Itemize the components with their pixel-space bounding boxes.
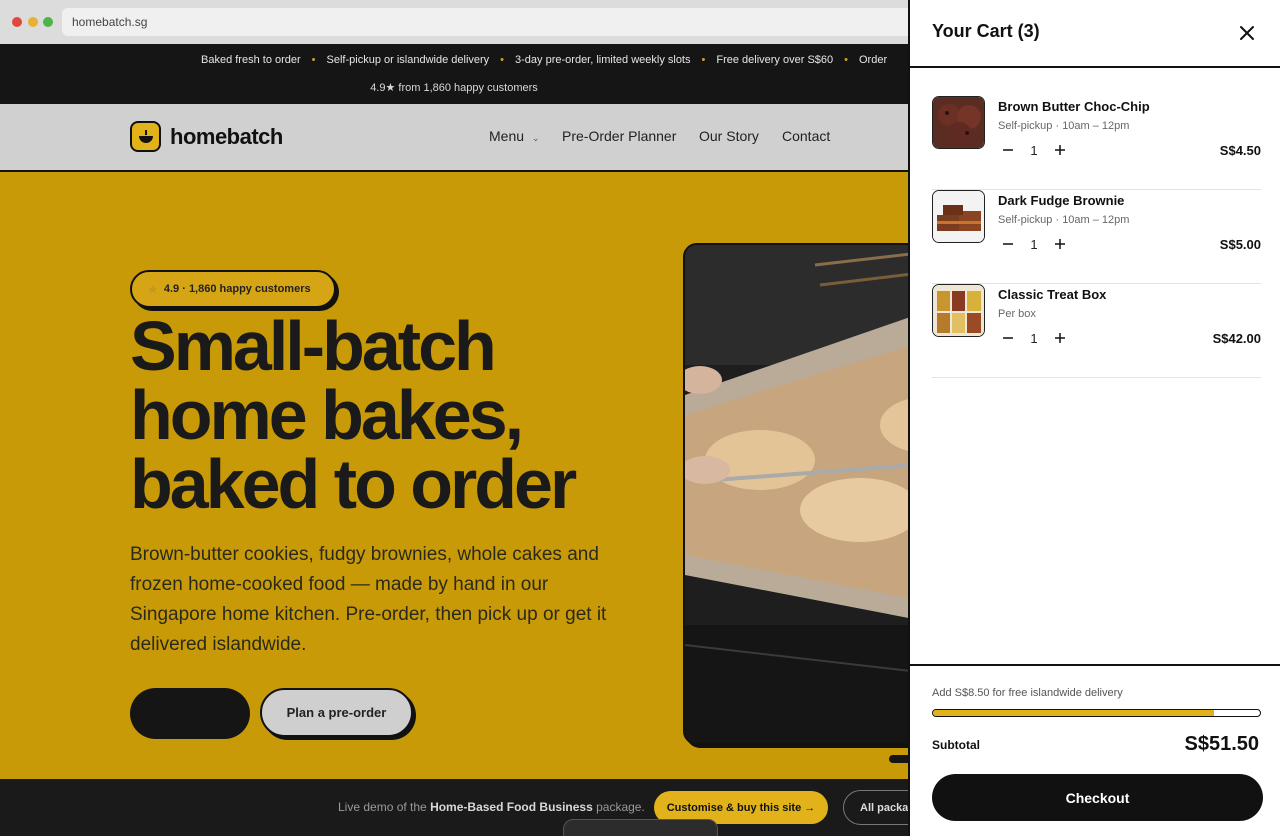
demo-text: Live demo of the Home-Based Food Busines…: [338, 800, 645, 814]
nav-pre-order-planner[interactable]: Pre-Order Planner: [562, 128, 676, 144]
cart-item-price: S$5.00: [1219, 237, 1261, 252]
free-delivery-progress: [932, 709, 1261, 717]
bullet-separator: •: [701, 54, 706, 66]
cart-item: Classic Treat Box Per box 1 S$42.00: [932, 284, 1261, 378]
plan-pre-order-button[interactable]: Plan a pre-order: [260, 688, 413, 737]
cart-item-name: Dark Fudge Brownie: [998, 193, 1125, 208]
cart-item-price: S$42.00: [1212, 331, 1261, 346]
cart-item-name: Brown Butter Choc-Chip: [998, 99, 1150, 114]
cart-item: Dark Fudge Brownie Self-pickup · 10am – …: [932, 190, 1261, 284]
star-icon: ★: [148, 283, 158, 296]
minimize-window-dot[interactable]: [28, 17, 38, 27]
cart-item: Brown Butter Choc-Chip Self-pickup · 10a…: [932, 96, 1261, 190]
cart-item-quantity: 1: [1030, 143, 1038, 158]
decrease-quantity-icon[interactable]: [1000, 330, 1016, 346]
cart-item-subtitle: Per box: [998, 308, 1036, 320]
bullet-separator: •: [311, 54, 316, 66]
increase-quantity-icon[interactable]: [1052, 330, 1068, 346]
decrease-quantity-icon[interactable]: [1000, 236, 1016, 252]
demo-text-suffix: package.: [592, 800, 645, 814]
free-delivery-note: Add S$8.50 for free islandwide delivery: [932, 687, 1123, 699]
progress-fill: [933, 710, 1215, 716]
nav-menu-label: Menu: [489, 128, 525, 144]
maximize-window-dot[interactable]: [43, 17, 53, 27]
rating-badge-text: 4.9 · 1,860 happy customers: [163, 283, 311, 295]
announcement-item: Order: [859, 54, 888, 66]
cookie-thumbnail: [932, 96, 985, 149]
hero-baking-photo: [683, 243, 943, 745]
cart-divider: [910, 66, 1280, 68]
announcement-item: Baked fresh to order: [201, 54, 301, 66]
bullet-separator: •: [500, 54, 505, 66]
increase-quantity-icon[interactable]: [1052, 236, 1068, 252]
close-icon[interactable]: [1236, 22, 1258, 44]
logo-text[interactable]: homebatch: [170, 124, 283, 150]
announcement-item: 3-day pre-order, limited weekly slots: [515, 54, 691, 66]
decrease-quantity-icon[interactable]: [1000, 142, 1016, 158]
cart-item-subtitle: Self-pickup · 10am – 12pm: [998, 120, 1130, 132]
announcement-item: Free delivery over S$60: [716, 54, 834, 66]
demo-text-package: Home-Based Food Business: [430, 800, 593, 814]
announcement-item: Self-pickup or islandwide delivery: [326, 54, 490, 66]
hero-headline: Small-batch home bakes, baked to order: [130, 307, 577, 523]
rating-badge: ★ 4.9 · 1,860 happy customers: [130, 270, 336, 308]
rating-line: 4.9★ from 1,860 happy customers: [370, 82, 538, 94]
close-window-dot[interactable]: [12, 17, 22, 27]
cart-item-quantity: 1: [1030, 331, 1038, 346]
demo-text-prefix: Live demo of the: [338, 800, 431, 814]
floating-toolbar[interactable]: [563, 819, 718, 836]
cart-item-subtitle: Self-pickup · 10am – 12pm: [998, 214, 1130, 226]
cart-drawer: Your Cart (3) Brown Butter Choc-Chip Sel…: [908, 0, 1280, 836]
treat-box-thumbnail: [932, 284, 985, 337]
cart-item-name: Classic Treat Box: [998, 287, 1107, 302]
primary-cta-button[interactable]: [130, 688, 250, 739]
nav-our-story[interactable]: Our Story: [699, 128, 759, 144]
brownie-thumbnail: [932, 190, 985, 243]
cart-item-price: S$4.50: [1219, 143, 1261, 158]
subtotal-label: Subtotal: [932, 738, 980, 752]
cart-item-quantity: 1: [1030, 237, 1038, 252]
nav-menu[interactable]: Menu ⌄: [489, 128, 539, 144]
checkout-button[interactable]: Checkout: [932, 774, 1263, 821]
address-bar[interactable]: homebatch.sg: [62, 8, 962, 36]
bullet-separator: •: [844, 54, 848, 66]
cart-footer-divider: [910, 664, 1280, 666]
logo-icon[interactable]: [130, 121, 161, 152]
chevron-down-icon: ⌄: [531, 133, 540, 143]
subtotal-value: S$51.50: [1184, 733, 1259, 755]
increase-quantity-icon[interactable]: [1052, 142, 1068, 158]
hero-description: Brown-butter cookies, fudgy brownies, wh…: [130, 544, 607, 655]
nav-contact[interactable]: Contact: [782, 128, 830, 144]
cart-title: Your Cart (3): [932, 21, 1040, 41]
